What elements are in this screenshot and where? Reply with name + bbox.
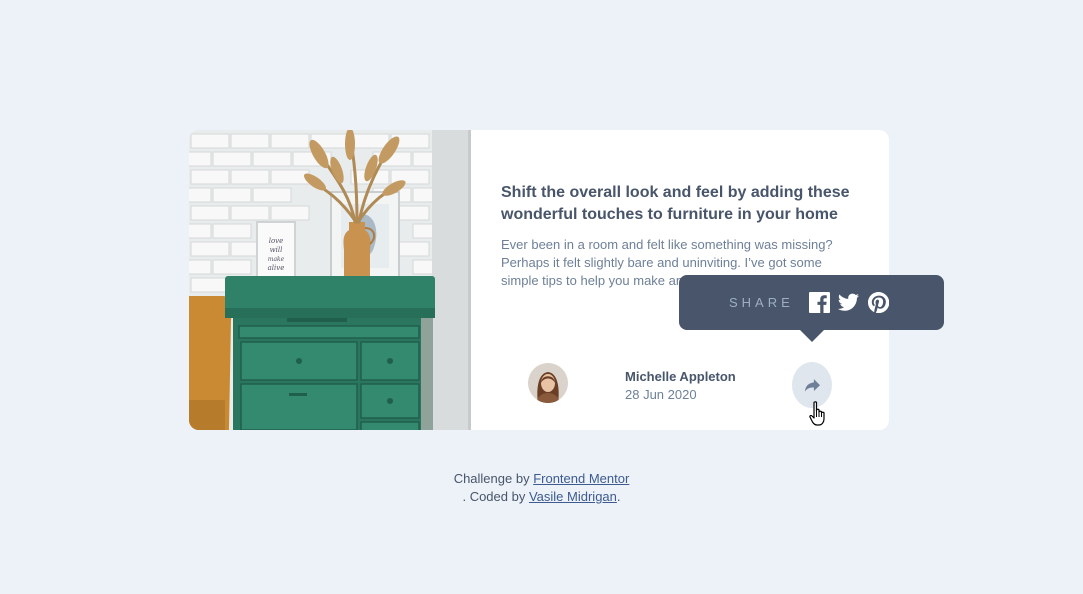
share-tooltip: SHARE	[679, 275, 944, 342]
author-name: Michelle Appleton	[625, 369, 736, 384]
share-arrow-icon	[804, 378, 820, 392]
author-date: 28 Jun 2020	[625, 387, 697, 402]
furniture-photo: love will make alive	[189, 130, 471, 430]
svg-text:will: will	[270, 246, 283, 254]
attribution-prefix: Challenge by	[453, 471, 530, 486]
twitter-icon[interactable]	[838, 292, 859, 313]
author-link[interactable]: Vasile Midrigan	[529, 489, 617, 504]
article-title: Shift the overall look and feel by addin…	[501, 184, 850, 223]
attribution-suffix: .	[616, 489, 621, 504]
pinterest-icon[interactable]	[868, 292, 889, 313]
frontend-mentor-link[interactable]: Frontend Mentor	[533, 471, 629, 486]
svg-text:love: love	[269, 237, 284, 245]
attribution-middle: . Coded by	[462, 489, 526, 504]
share-label: SHARE	[729, 295, 794, 310]
facebook-icon[interactable]	[809, 292, 830, 313]
avatar	[528, 363, 568, 403]
svg-text:make: make	[268, 256, 285, 263]
attribution: Challenge by Frontend Mentor . Coded by …	[0, 470, 1083, 506]
hand-cursor-icon	[809, 401, 827, 432]
svg-text:alive: alive	[268, 264, 285, 272]
